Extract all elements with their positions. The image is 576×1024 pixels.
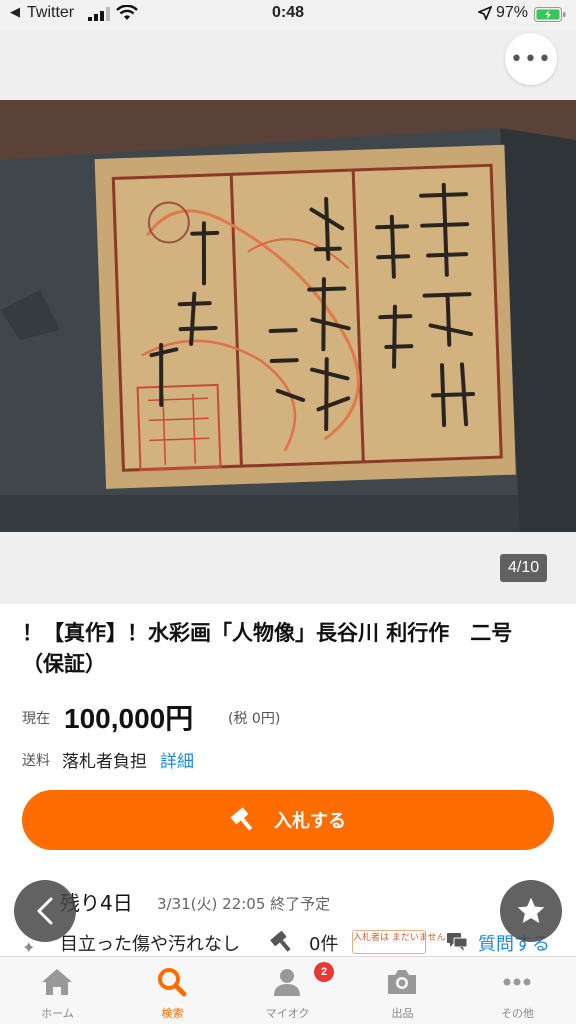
camera-icon xyxy=(388,970,416,994)
info-row: ✦ 目立った傷や汚れなし 0件 入札者は まだいません！ 質問する xyxy=(22,928,576,958)
tax-amount: (税 0円) xyxy=(228,711,281,727)
shipping-details-link[interactable]: 詳細 xyxy=(160,747,194,772)
shipping-value: 落札者負担 xyxy=(62,752,147,772)
item-condition: 目立った傷や汚れなし xyxy=(60,934,240,955)
battery-percent: 97% xyxy=(496,4,529,21)
location-arrow-icon xyxy=(478,6,492,20)
tab-sell-label: 出品 xyxy=(391,1007,414,1020)
chevron-left-icon xyxy=(37,897,53,925)
tab-home[interactable]: ホーム xyxy=(0,957,115,1024)
watchlist-button[interactable] xyxy=(500,880,562,942)
tab-home-label: ホーム xyxy=(41,1007,74,1020)
current-price: 100,000円 xyxy=(64,703,194,734)
bid-count: 0件 xyxy=(309,934,339,955)
tab-myauc-label: マイオク xyxy=(265,1007,310,1020)
image-counter: 4/10 xyxy=(500,554,548,582)
person-icon xyxy=(274,969,300,996)
tab-search[interactable]: 検索 xyxy=(115,957,230,1024)
status-bar: ◀ Twitter 0:48 97% xyxy=(0,0,576,30)
ellipsis-icon: ••• xyxy=(510,46,552,72)
question-chat-icon[interactable] xyxy=(446,932,468,952)
more-icon xyxy=(503,978,531,986)
remaining-row: 残り4日 3/31(火) 22:05 終了予定 xyxy=(22,887,554,917)
more-options-button[interactable]: ••• xyxy=(505,33,557,85)
star-icon xyxy=(517,897,545,923)
item-photo[interactable] xyxy=(0,100,576,532)
back-button[interactable] xyxy=(14,880,76,942)
tab-more[interactable]: その他 xyxy=(460,957,575,1024)
price-label: 現在 xyxy=(22,711,50,727)
no-bids-badge: 入札者は まだいません！ xyxy=(352,930,455,954)
gavel-icon xyxy=(230,807,253,831)
tab-sell[interactable]: 出品 xyxy=(345,957,460,1024)
home-icon xyxy=(42,969,72,995)
bid-button-label: 入札する xyxy=(274,811,346,832)
notification-badge: 2 xyxy=(314,962,334,982)
sparkle-icon: ✦ xyxy=(22,938,36,957)
item-title: ！【真作】！水彩画「人物像」長谷川 利行作 二号（保証） xyxy=(22,621,513,676)
header-band xyxy=(0,30,576,100)
shipping-label: 送料 xyxy=(22,753,50,769)
tab-more-label: その他 xyxy=(501,1007,534,1020)
end-date: 3/31(火) 22:05 終了予定 xyxy=(157,895,331,913)
tab-bar: ホーム 検索 マイオク 出品 その他 xyxy=(0,956,576,1024)
artwork-image xyxy=(0,100,576,532)
tab-search-label: 検索 xyxy=(161,1007,184,1020)
photo-footer xyxy=(0,532,576,604)
battery-icon xyxy=(534,7,566,22)
search-icon xyxy=(158,968,187,997)
bid-count-gavel-icon xyxy=(270,931,291,952)
bid-button[interactable]: 入札する xyxy=(22,790,554,850)
